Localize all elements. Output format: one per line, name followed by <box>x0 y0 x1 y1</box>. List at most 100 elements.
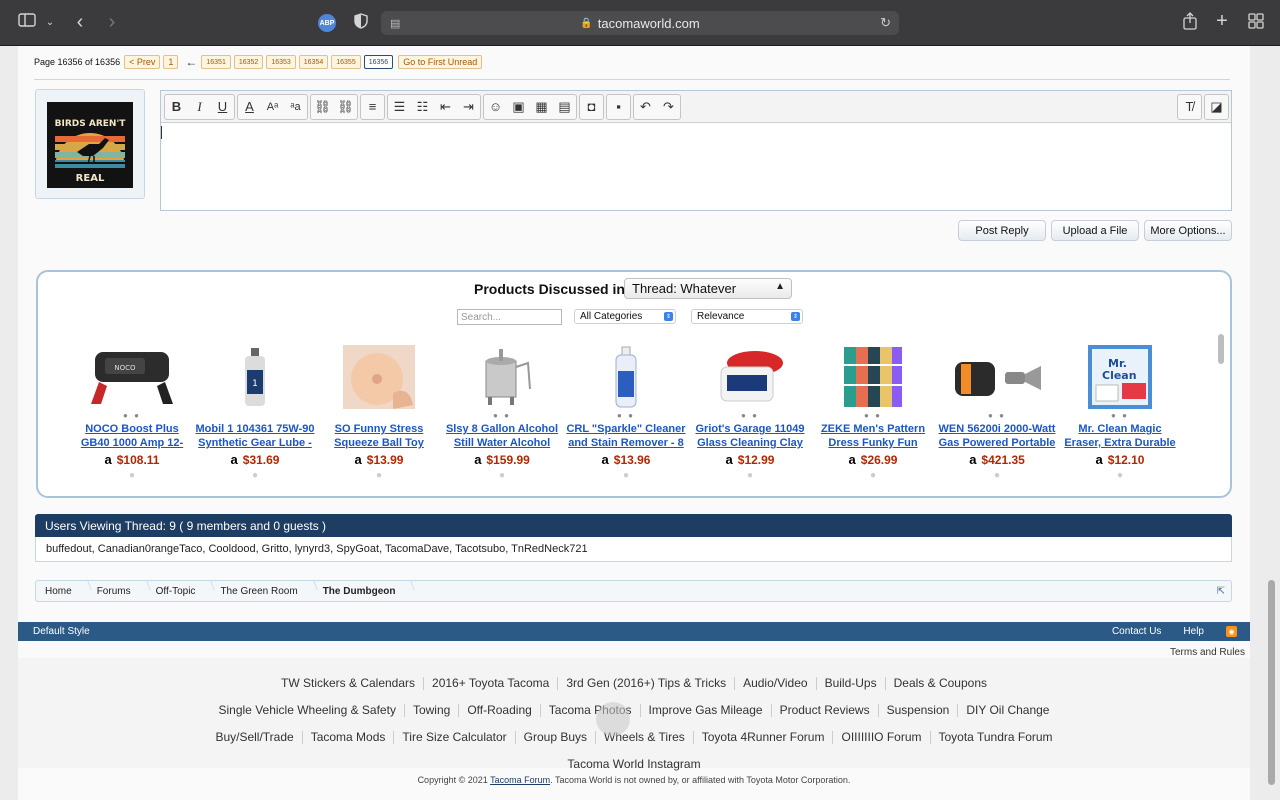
post-reply-button[interactable]: Post Reply <box>958 220 1046 241</box>
forward-icon[interactable]: › <box>104 12 120 32</box>
product-image[interactable] <box>440 344 564 410</box>
text-color-icon[interactable]: A <box>238 95 261 119</box>
products-search-input[interactable]: Search... <box>457 309 562 325</box>
page-link[interactable]: 16352 <box>233 55 264 69</box>
redo-icon[interactable]: ↷ <box>657 95 680 119</box>
product-link[interactable]: CRL "Sparkle" Cleaner and Stain Remover -… <box>564 422 688 450</box>
underline-icon[interactable]: U <box>211 95 234 119</box>
product-card[interactable]: ● ● CRL "Sparkle" Cleaner and Stain Remov… <box>564 344 688 481</box>
comment-icon[interactable]: ● <box>935 470 1059 481</box>
product-link[interactable]: Griot's Garage 11049 Glass Cleaning Clay <box>688 422 812 450</box>
numbered-list-icon[interactable]: ☷ <box>411 95 434 119</box>
comment-icon[interactable]: ● <box>564 470 688 481</box>
products-scrollbar[interactable] <box>1218 334 1224 364</box>
product-card[interactable]: Mr. Clean ● ● Mr. Clean Magic Eraser, Extr… <box>1058 344 1182 481</box>
sidebar-icon[interactable] <box>17 13 37 27</box>
page-scrollbar[interactable] <box>1268 580 1275 785</box>
jump-icon[interactable]: ⇱ <box>1217 586 1225 597</box>
product-link[interactable]: SO Funny Stress Squeeze Ball Toy <box>317 422 441 450</box>
toggle-bbcode-icon[interactable]: ◪ <box>1205 95 1228 119</box>
breadcrumb-home[interactable]: Home <box>36 580 88 602</box>
italic-icon[interactable]: I <box>188 95 211 119</box>
more-options-button[interactable]: More Options... <box>1144 220 1232 241</box>
product-link[interactable]: NOCO Boost Plus GB40 1000 Amp 12- <box>70 422 194 450</box>
reply-editor[interactable]: B I U A Aᵃ ᵃa ⛓ ⛓ ≡ ☰ ☷ ⇤ ⇥ ☺ ▣ ▦ ▤ ◘ ▪ … <box>160 90 1232 211</box>
product-card[interactable]: NOCO ● ● NOCO Boost Plus GB40 1000 Amp 12… <box>70 344 194 481</box>
footer-link[interactable]: Deals & Coupons <box>884 677 995 690</box>
product-card[interactable]: ● ● WEN 56200i 2000-Watt Gas Powered Port… <box>935 344 1059 481</box>
left-arrow-icon[interactable]: ← <box>185 55 197 69</box>
reload-icon[interactable]: ↻ <box>880 15 891 31</box>
terms-link[interactable]: Terms and Rules <box>1170 647 1245 658</box>
product-image[interactable]: Mr. Clean <box>1058 344 1182 410</box>
comment-icon[interactable]: ● <box>440 470 564 481</box>
product-image[interactable]: 1 <box>193 344 317 410</box>
tacoma-forum-link[interactable]: Tacoma Forum <box>490 775 550 785</box>
breadcrumb-off-topic[interactable]: Off-Topic <box>147 580 212 602</box>
chevron-down-icon[interactable]: ⌄ <box>44 13 56 33</box>
adblock-icon[interactable]: ABP <box>318 14 336 32</box>
footer-link[interactable]: OIIIIIIIO Forum <box>832 731 929 744</box>
media-icon[interactable]: ▦ <box>530 95 553 119</box>
first-unread-link[interactable]: Go to First Unread <box>398 55 483 69</box>
footer-link[interactable]: Product Reviews <box>770 704 878 717</box>
page-link[interactable]: 16355 <box>331 55 361 69</box>
product-image[interactable] <box>688 344 812 410</box>
align-icon[interactable]: ≡ <box>361 95 384 119</box>
footer-link[interactable]: Toyota Tundra Forum <box>929 731 1061 744</box>
footer-link[interactable]: Suspension <box>877 704 958 717</box>
footer-link[interactable]: Toyota 4Runner Forum <box>692 731 833 744</box>
bold-icon[interactable]: B <box>165 95 188 119</box>
outdent-icon[interactable]: ⇤ <box>434 95 457 119</box>
share-icon[interactable] <box>1182 12 1198 30</box>
comment-icon[interactable]: ● <box>193 470 317 481</box>
font-family-icon[interactable]: ᵃa <box>284 95 307 119</box>
product-image[interactable] <box>317 344 441 410</box>
rss-icon[interactable]: ◉ <box>1226 626 1237 637</box>
viewers-list[interactable]: buffedout, Canadian0rangeTaco, Cooldood,… <box>35 537 1232 562</box>
camera-icon[interactable]: ◘ <box>580 95 603 119</box>
current-page[interactable]: 16356 <box>363 55 394 69</box>
footer-link[interactable]: TW Stickers & Calendars <box>273 677 423 690</box>
contact-link[interactable]: Contact Us <box>1112 626 1161 637</box>
page-link[interactable]: 16351 <box>201 55 231 69</box>
help-link[interactable]: Help <box>1183 626 1204 637</box>
upload-file-button[interactable]: Upload a File <box>1051 220 1139 241</box>
footer-link[interactable]: Tacoma Mods <box>301 731 394 744</box>
footer-link[interactable]: DIY Oil Change <box>957 704 1057 717</box>
save-draft-icon[interactable]: ▪ <box>607 95 630 119</box>
comment-icon[interactable]: ● <box>1058 470 1182 481</box>
product-card[interactable]: ● ● Slsy 8 Gallon Alcohol Still Water Alc… <box>440 344 564 481</box>
code-icon[interactable]: ▤ <box>553 95 576 119</box>
category-select[interactable]: All Categories ⇕ <box>574 309 676 324</box>
remove-format-icon[interactable]: T̸ <box>1178 95 1201 119</box>
bullet-list-icon[interactable]: ☰ <box>388 95 411 119</box>
comment-icon[interactable]: ● <box>811 470 935 481</box>
product-card[interactable]: SO Funny Stress Squeeze Ball Toy a $13.99 … <box>317 344 441 481</box>
product-link[interactable]: Slsy 8 Gallon Alcohol Still Water Alcohol <box>440 422 564 450</box>
product-link[interactable]: Mr. Clean Magic Eraser, Extra Durable <box>1058 422 1182 450</box>
product-image[interactable]: NOCO <box>70 344 194 410</box>
footer-link[interactable]: Build-Ups <box>815 677 885 690</box>
product-image[interactable] <box>564 344 688 410</box>
unlink-icon[interactable]: ⛓ <box>334 95 357 119</box>
footer-link[interactable]: Improve Gas Mileage <box>639 704 771 717</box>
product-image[interactable] <box>935 344 1059 410</box>
first-page-link[interactable]: 1 <box>163 55 179 69</box>
new-tab-icon[interactable]: + <box>1214 11 1230 31</box>
footer-link[interactable]: Off-Roading <box>458 704 539 717</box>
footer-link[interactable]: Group Buys <box>514 731 595 744</box>
footer-link[interactable]: Audio/Video <box>734 677 816 690</box>
footer-link[interactable]: Single Vehicle Wheeling & Safety <box>211 704 404 717</box>
sort-select[interactable]: Relevance ⇕ <box>691 309 803 324</box>
footer-link[interactable]: Tire Size Calculator <box>393 731 514 744</box>
footer-link[interactable]: Buy/Sell/Trade <box>207 731 301 744</box>
comment-icon[interactable]: ● <box>688 470 812 481</box>
footer-link[interactable]: 2016+ Toyota Tacoma <box>423 677 557 690</box>
reader-icon[interactable]: ▤ <box>390 17 400 30</box>
shield-icon[interactable] <box>352 13 370 29</box>
thread-select[interactable]: Thread: Whatever ▲ <box>624 278 792 299</box>
avatar[interactable]: BIRDS AREN'T REAL <box>47 102 133 188</box>
product-image[interactable] <box>811 344 935 410</box>
product-card[interactable]: ● ● ZEKE Men's Pattern Dress Funky Fun a $… <box>811 344 935 481</box>
